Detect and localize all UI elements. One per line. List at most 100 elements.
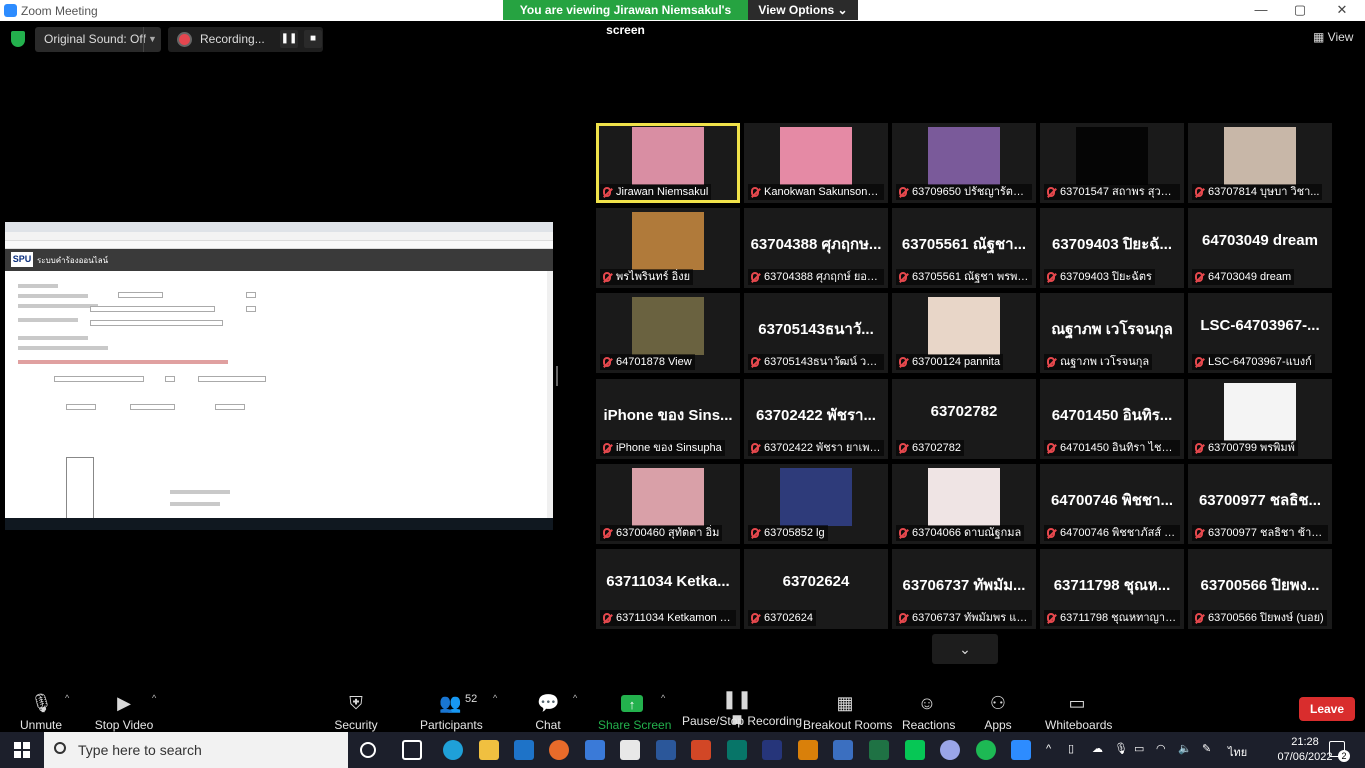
firefox-icon[interactable] [549,740,569,760]
breakout-rooms-button[interactable]: ▦ Breakout Rooms [803,693,892,732]
chevron-up-icon[interactable]: ^ [573,693,577,703]
participant-tile[interactable]: 64700746 พิชชา... 64700746 พิชชาภัสส์ อิ.… [1040,464,1184,544]
participant-tile[interactable]: 63709650 ปรัชญารัตน์ ... [892,123,1036,203]
edge-icon[interactable] [443,740,463,760]
spotify-icon[interactable] [976,740,996,760]
zoom-icon[interactable] [1011,740,1031,760]
chevron-down-icon[interactable]: ⌄ [932,634,998,664]
device-icon[interactable]: ▯ [1068,742,1074,755]
shield-icon[interactable] [11,31,25,47]
browser-icon[interactable] [940,740,960,760]
minimize-button[interactable]: — [1251,2,1271,17]
chevron-up-icon[interactable]: ^ [661,693,665,703]
view-button[interactable]: ▦ View [1313,30,1353,44]
participant-tile[interactable]: 63704388 ศุภฤกษ... 63704388 ศุภฤกษ์ ยอดอ.… [744,208,888,288]
pause-recording-button[interactable]: ❚❚ [280,30,298,48]
participant-tile[interactable]: 63702624 63702624 [744,549,888,629]
participant-tile[interactable]: 63700799 พรพิมพ์ [1188,379,1332,459]
participant-tile[interactable]: 63711034 Ketka... 63711034 Ketkamon T... [596,549,740,629]
chevron-down-icon[interactable]: ▼ [143,27,161,52]
stop-recording-button[interactable]: ■ [304,30,322,48]
participant-tile[interactable]: 63704066 ดาบณัฐกมล [892,464,1036,544]
cortana-icon[interactable] [360,742,376,758]
mail-icon[interactable] [514,740,534,760]
participant-tile[interactable]: 63700566 ปิยพง... 63700566 ปิยพงษ์ (บอย) [1188,549,1332,629]
participant-tile[interactable]: 63709403 ปิยะฉั... 63709403 ปิยะฉัตร [1040,208,1184,288]
participant-video [928,468,1000,526]
participants-label: Participants [420,718,483,732]
battery-icon[interactable]: ▭ [1134,742,1144,755]
reactions-button[interactable]: ☺ Reactions [902,693,955,732]
participant-tile[interactable]: 63701547 สถาพร สุวรร... [1040,123,1184,203]
participant-name-text: 64700746 พิชชาภัสส์ อิ... [1060,527,1180,539]
notification-icon[interactable]: 2 [1329,741,1350,762]
participant-tile[interactable]: 64703049 dream 64703049 dream [1188,208,1332,288]
photoshop-icon[interactable] [762,740,782,760]
shared-screen[interactable]: SPU ระบบคำร้องออนไลน์ [5,222,553,530]
chevron-up-icon[interactable]: ^ [65,693,69,703]
volume-icon[interactable]: 🔈 [1178,742,1192,755]
participant-display-name: 64703049 dream [1202,232,1318,249]
participant-tile[interactable]: 63700460 สุทัตตา อิ่ม [596,464,740,544]
amazon-icon[interactable] [620,740,640,760]
taskbar-search-input[interactable]: Type here to search [44,732,348,768]
word-icon[interactable] [656,740,676,760]
participant-tile[interactable]: 63705852 lg [744,464,888,544]
chevron-up-icon[interactable]: ^ [493,693,497,703]
participant-tile[interactable]: พรไพรินทร์ อิ่งย [596,208,740,288]
dropbox-icon[interactable] [585,740,605,760]
participant-tile[interactable]: ณฐาภพ เวโรจนกุล ณฐาภพ เวโรจนกุล [1040,293,1184,373]
network-error-icon[interactable]: ☁ [1092,742,1103,755]
mic-muted-icon [751,613,759,623]
security-button[interactable]: ⛨ Security [330,693,382,732]
participant-tile[interactable]: LSC-64703967-... LSC-64703967-แบงก์ [1188,293,1332,373]
microphone-icon[interactable]: 🎙 [1114,742,1128,755]
participant-tile[interactable]: 63702782 63702782 [892,379,1036,459]
pause-stop-recording-button[interactable]: ❚❚ ■ Pause/Stop Recording [682,689,802,729]
pen-icon[interactable]: ✎ [1202,742,1211,755]
input-language[interactable]: ไทย [1228,743,1247,761]
maximize-button[interactable]: ▢ [1290,2,1310,18]
powerpoint-icon[interactable] [691,740,711,760]
leave-button[interactable]: Leave [1299,697,1355,721]
original-sound-button[interactable]: Original Sound: Off ▼ [35,27,161,52]
stop-video-button[interactable]: ▶ Stop Video [94,693,154,732]
splitter-handle[interactable] [556,366,558,386]
store-icon[interactable] [833,740,853,760]
participant-tile[interactable]: iPhone ของ Sins... iPhone ของ Sinsupha [596,379,740,459]
participant-tile[interactable]: Jirawan Niemsakul [596,123,740,203]
participant-tile[interactable]: 63705143ธนาวั... 63705143ธนาวัฒน์ วงษ์... [744,293,888,373]
task-view-icon[interactable] [402,740,422,760]
windows-start-icon[interactable] [14,742,30,758]
participant-tile[interactable]: 64701450 อินทิร... 64701450 อินทิรา ไชยา.… [1040,379,1184,459]
scrollbar[interactable] [547,271,553,519]
file-explorer-icon[interactable] [479,740,499,760]
share-screen-button[interactable]: ↑ Share Screen [598,693,672,732]
apps-button[interactable]: ⚇ Apps [982,693,1014,732]
share-screen-label: Share Screen [598,718,672,732]
chevron-up-icon[interactable]: ^ [1046,743,1051,755]
participant-tile[interactable]: 63702422 พัชรา... 63702422 พัชรา ยาเพชร [744,379,888,459]
line-icon[interactable] [905,740,925,760]
chat-button[interactable]: 💬 Chat [530,693,566,732]
taskbar-clock[interactable]: 21:28 07/06/2022 [1277,735,1333,765]
participant-tile[interactable]: 63705561 ณัฐชา... 63705561 ณัฐชา พรพร... [892,208,1036,288]
participant-tile[interactable]: 63700124 pannita [892,293,1036,373]
participant-name-text: 63705143ธนาวัฒน์ วงษ์... [764,356,884,368]
publisher-icon[interactable] [727,740,747,760]
whiteboards-button[interactable]: ▭ Whiteboards [1045,693,1112,732]
view-options-button[interactable]: View Options ⌄ [748,0,858,20]
wifi-icon[interactable]: ◠ [1156,742,1166,755]
participant-tile[interactable]: 63711798 ชุณห... 63711798 ชุณหทาญาจน์... [1040,549,1184,629]
participant-tile[interactable]: 63706737 ทัพมัม... 63706737 ทัพมัมพร แพงไ… [892,549,1036,629]
close-button[interactable]: ✕ [1332,2,1352,18]
participant-tile[interactable]: 64701878 View [596,293,740,373]
excel-icon[interactable] [869,740,889,760]
participant-tile[interactable]: 63700977 ชลธิช... 63700977 ชลธิชา ช้างเ..… [1188,464,1332,544]
participant-name: 63709650 ปรัชญารัตน์ ... [896,184,1032,200]
participant-tile[interactable]: Kanokwan Sakunsong... [744,123,888,203]
illustrator-icon[interactable] [798,740,818,760]
participant-tile[interactable]: 63707814 บุษบา วิชา... [1188,123,1332,203]
chevron-up-icon[interactable]: ^ [152,693,156,703]
unmute-button[interactable]: 🎙 Unmute [18,693,64,732]
